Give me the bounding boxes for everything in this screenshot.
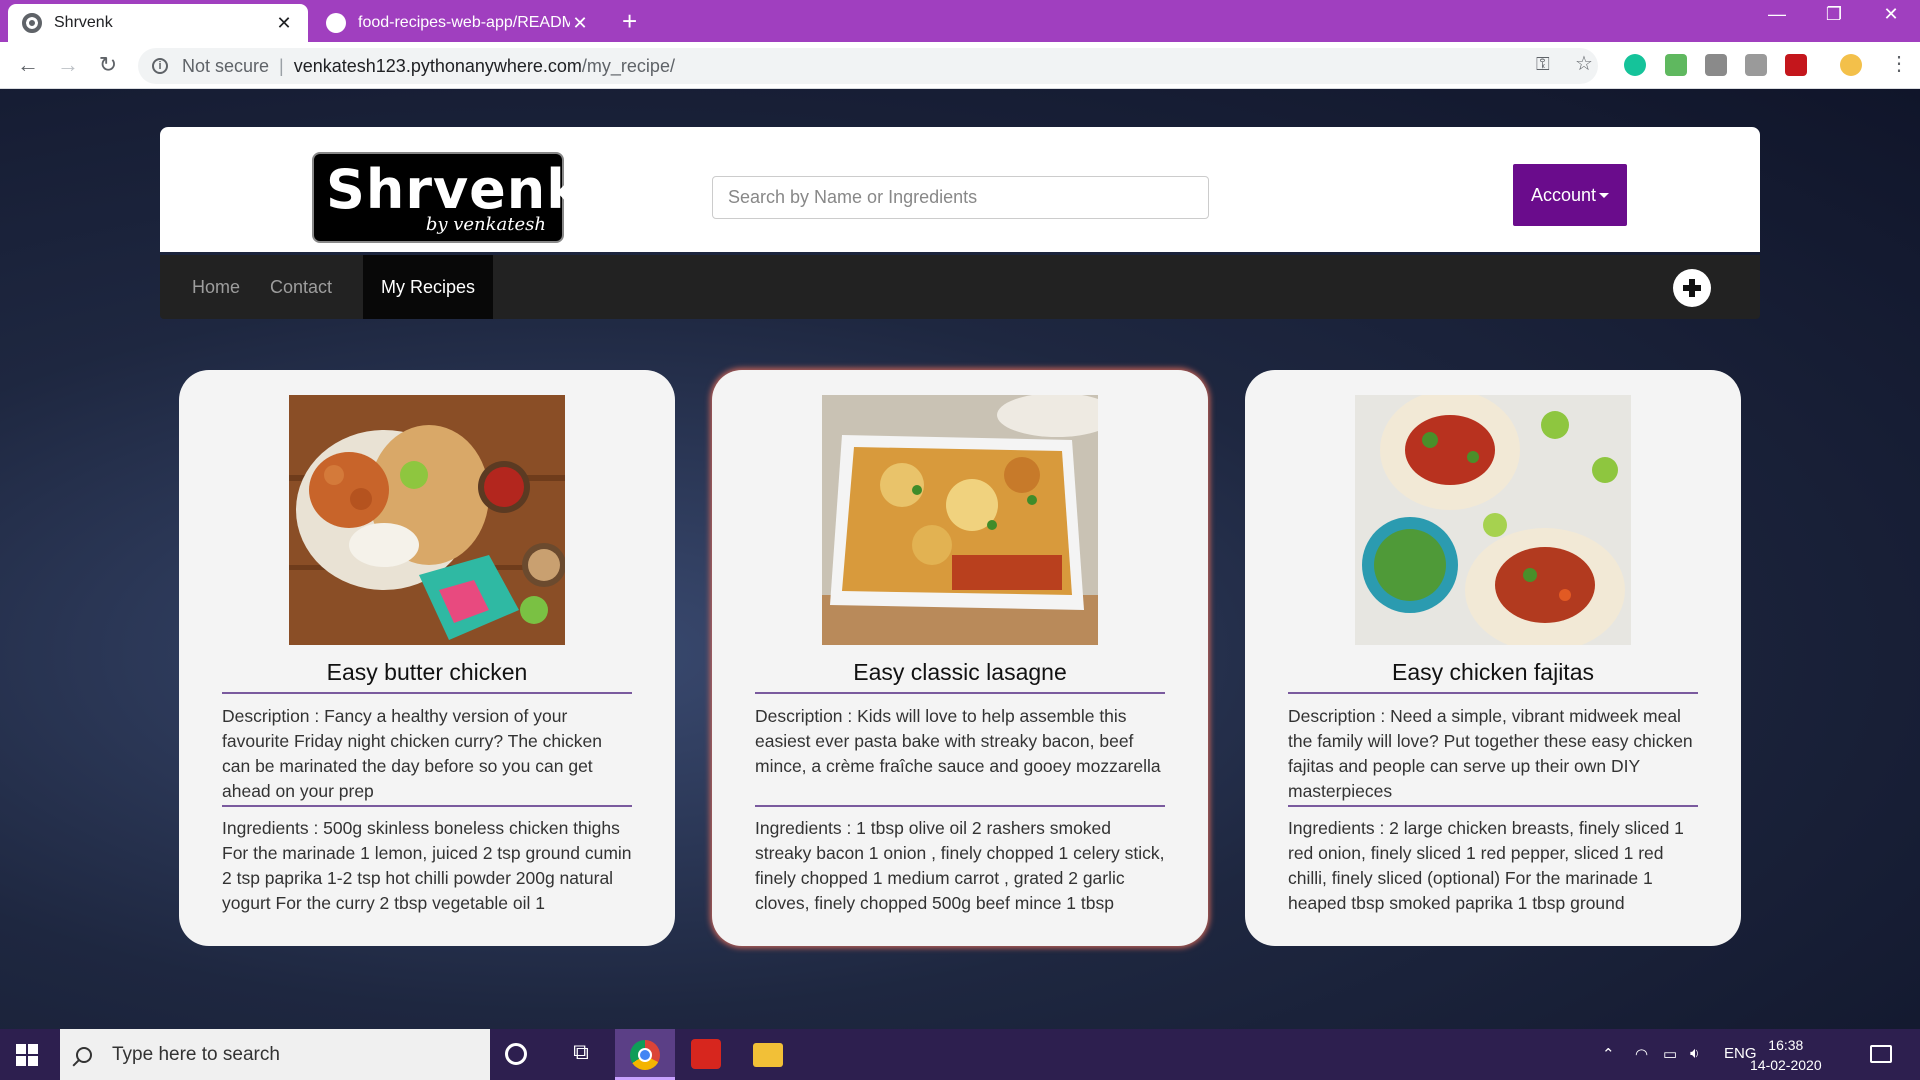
url-separator: | <box>279 55 284 76</box>
address-bar: ← → ↻ i Not secure | venkatesh123.python… <box>0 42 1920 89</box>
wifi-icon[interactable]: ◠ <box>1635 1045 1648 1063</box>
key-icon[interactable]: ⚿ <box>1536 54 1550 75</box>
site-navbar: Home Contact My Recipes <box>160 255 1760 319</box>
recipe-ingredients: Ingredients : 2 large chicken breasts, f… <box>1288 818 1684 913</box>
recipe-card[interactable]: Easy chicken fajitas Description : Need … <box>1245 370 1741 946</box>
add-recipe-plus-icon[interactable] <box>1673 269 1711 307</box>
recipe-title: Easy chicken fajitas <box>1288 654 1698 694</box>
nav-home[interactable]: Home <box>174 255 258 319</box>
info-icon[interactable]: i <box>152 58 168 74</box>
windows-start-icon[interactable] <box>16 1044 38 1066</box>
file-explorer-icon[interactable] <box>753 1043 783 1067</box>
url-path: /my_recipe/ <box>581 55 675 76</box>
recipe-image-fajitas <box>1355 395 1631 645</box>
chevron-up-icon[interactable]: ⌃ <box>1602 1045 1615 1063</box>
recipe-card[interactable]: Easy butter chicken Description : Fancy … <box>179 370 675 946</box>
acrobat-icon[interactable] <box>691 1039 721 1069</box>
recipe-image-butter-chicken <box>289 395 565 645</box>
taskbar-search-placeholder: Type here to search <box>112 1043 280 1065</box>
clock-date: 14-02-2020 <box>1750 1057 1822 1073</box>
restore-icon[interactable]: ❐ <box>1814 4 1854 25</box>
notifications-icon[interactable] <box>1870 1045 1892 1063</box>
close-tab-icon[interactable]: ✕ <box>274 13 294 34</box>
page-background: Shrvenk by venkatesh Account Home Contac… <box>0 89 1920 1029</box>
url-field[interactable]: i Not secure | venkatesh123.pythonanywhe… <box>138 48 1598 84</box>
account-label: Account <box>1530 184 1597 205</box>
recipe-ingredients: Ingredients : 500g skinless boneless chi… <box>222 818 632 913</box>
adblock-icon[interactable] <box>1785 54 1807 76</box>
nav-my-recipes[interactable]: My Recipes <box>363 255 494 319</box>
recipe-image-lasagne <box>822 395 1098 645</box>
close-window-icon[interactable]: ✕ <box>1871 4 1911 25</box>
menu-dots-icon[interactable]: ⋮ <box>1889 51 1909 76</box>
recipe-search-input[interactable] <box>712 176 1209 219</box>
security-label: Not secure <box>182 55 270 76</box>
taskbar-search-box[interactable]: Type here to search <box>60 1029 490 1080</box>
nav-contact[interactable]: Contact <box>252 255 350 319</box>
github-icon <box>326 13 346 33</box>
chrome-icon <box>630 1040 660 1070</box>
logo-subtitle: by venkatesh <box>425 214 546 235</box>
clock-time: 16:38 <box>1768 1037 1804 1053</box>
profile-avatar[interactable] <box>1840 54 1862 76</box>
forward-icon[interactable]: → <box>54 52 82 78</box>
tab-github-readme[interactable]: food-recipes-web-app/READMI ✕ <box>312 4 604 42</box>
site-header: Shrvenk by venkatesh Account <box>160 127 1760 252</box>
reload-icon[interactable]: ↻ <box>94 52 122 78</box>
globe-icon <box>22 13 42 33</box>
recipe-description: Description : Fancy a healthy version of… <box>222 704 632 807</box>
task-view-icon[interactable]: ⧉ <box>566 1039 596 1069</box>
back-icon[interactable]: ← <box>14 52 42 78</box>
new-tab-icon[interactable]: + <box>622 8 637 34</box>
cortana-icon[interactable] <box>505 1043 527 1065</box>
system-clock[interactable]: 16:38 14-02-2020 <box>1750 1035 1822 1075</box>
windows-taskbar: Type here to search ⧉ ⌃ ◠ ▭ 🔉︎ ENG 16:38… <box>0 1029 1920 1080</box>
browser-tab-strip: Shrvenk ✕ food-recipes-web-app/READMI ✕ … <box>0 0 1920 42</box>
grammarly-icon[interactable] <box>1624 54 1646 76</box>
account-dropdown-button[interactable]: Account <box>1513 164 1627 226</box>
logo-title: Shrvenk <box>326 158 584 221</box>
site-logo[interactable]: Shrvenk by venkatesh <box>312 152 582 243</box>
tab-shrvenk[interactable]: Shrvenk ✕ <box>8 4 308 42</box>
bookmark-star-icon[interactable]: ☆ <box>1575 51 1593 76</box>
battery-icon[interactable]: ▭ <box>1663 1045 1677 1063</box>
chrome-taskbar-button[interactable] <box>615 1029 675 1080</box>
recipe-title: Easy butter chicken <box>222 654 632 694</box>
volume-icon[interactable]: 🔉︎ <box>1690 1045 1699 1062</box>
extension-download-icon[interactable] <box>1665 54 1687 76</box>
extension-user-icon[interactable] <box>1745 54 1767 76</box>
recipe-title: Easy classic lasagne <box>755 654 1165 694</box>
recipe-ingredients: Ingredients : 1 tbsp olive oil 2 rashers… <box>755 818 1165 913</box>
url-host: venkatesh123.pythonanywhere.com <box>293 55 582 76</box>
recipe-card[interactable]: Easy classic lasagne Description : Kids … <box>712 370 1208 946</box>
recipe-description: Description : Kids will love to help ass… <box>755 704 1165 807</box>
close-tab-icon[interactable]: ✕ <box>570 13 590 34</box>
recipe-description: Description : Need a simple, vibrant mid… <box>1288 704 1698 807</box>
minimize-icon[interactable]: — <box>1757 4 1797 25</box>
extension-w-icon[interactable] <box>1705 54 1727 76</box>
tab-title: Shrvenk <box>54 14 113 31</box>
search-icon <box>76 1046 92 1063</box>
caret-down-icon <box>1599 193 1610 199</box>
tab-title: food-recipes-web-app/READMI <box>358 14 570 31</box>
